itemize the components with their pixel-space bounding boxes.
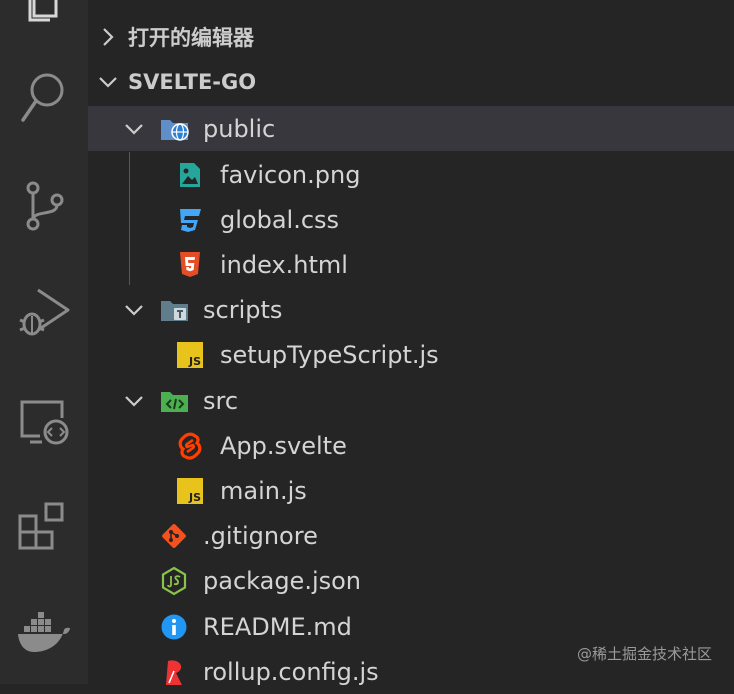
js-file-icon: JS (174, 339, 206, 371)
git-file-icon (158, 520, 190, 552)
folder-src-icon (159, 385, 191, 417)
tree-item-label: README.md (203, 612, 352, 641)
tree-file-global-css[interactable]: global.css (88, 197, 734, 242)
chevron-down-icon (122, 122, 146, 136)
tree-file-package-json[interactable]: package.json (88, 558, 734, 603)
tree-item-label: scripts (203, 295, 283, 324)
search-icon[interactable] (0, 70, 88, 126)
project-label: SVELTE-GO (128, 70, 257, 94)
chevron-right-icon (88, 26, 128, 48)
tree-file-main-js[interactable]: JS main.js (88, 468, 734, 513)
activity-bar (0, 0, 88, 684)
tree-folder-scripts[interactable]: scripts (88, 287, 734, 332)
tree-item-label: main.js (220, 476, 307, 505)
folder-scripts-icon (159, 294, 191, 326)
docker-icon[interactable] (0, 612, 88, 656)
nodejs-file-icon (158, 565, 190, 597)
tree-item-label: package.json (203, 566, 362, 595)
css-file-icon (174, 204, 206, 236)
image-file-icon (174, 159, 206, 191)
rollup-file-icon (158, 656, 190, 688)
tree-file-setup-typescript[interactable]: JS setupTypeScript.js (88, 332, 734, 377)
tree-item-label: .gitignore (203, 521, 318, 550)
tree-item-label: public (203, 114, 276, 143)
tree-file-favicon[interactable]: favicon.png (88, 152, 734, 197)
tree-item-label: rollup.config.js (203, 657, 379, 686)
tree-folder-public[interactable]: public (88, 106, 734, 151)
open-editors-label: 打开的编辑器 (128, 26, 254, 50)
chevron-down-icon (122, 394, 146, 408)
explorer-panel: 打开的编辑器 SVELTE-GO public favicon.png glob… (88, 0, 734, 686)
run-debug-icon[interactable] (0, 286, 88, 342)
folder-public-icon (159, 113, 191, 145)
chevron-down-icon (88, 75, 128, 89)
info-file-icon (158, 611, 190, 643)
tree-folder-src[interactable]: src (88, 378, 734, 423)
js-file-icon: JS (174, 475, 206, 507)
watermark: @稀土掘金技术社区 (576, 645, 712, 663)
extensions-icon[interactable] (0, 500, 88, 556)
chevron-down-icon (122, 303, 146, 317)
open-editors-header[interactable]: 打开的编辑器 (88, 15, 734, 59)
explorer-icon[interactable] (0, 0, 88, 22)
tree-item-label: setupTypeScript.js (220, 340, 439, 369)
tree-item-label: favicon.png (220, 160, 361, 189)
html-file-icon (174, 249, 206, 281)
tree-item-label: global.css (220, 205, 340, 234)
remote-explorer-icon[interactable] (0, 398, 88, 448)
tree-item-label: index.html (220, 250, 348, 279)
tree-item-label: src (203, 386, 239, 415)
project-header[interactable]: SVELTE-GO (88, 60, 734, 104)
tree-file-gitignore[interactable]: .gitignore (88, 513, 734, 558)
tree-file-app-svelte[interactable]: App.svelte (88, 423, 734, 468)
source-control-icon[interactable] (0, 180, 88, 232)
tree-file-index-html[interactable]: index.html (88, 242, 734, 287)
svelte-file-icon (174, 430, 206, 462)
tree-item-label: App.svelte (220, 431, 347, 460)
